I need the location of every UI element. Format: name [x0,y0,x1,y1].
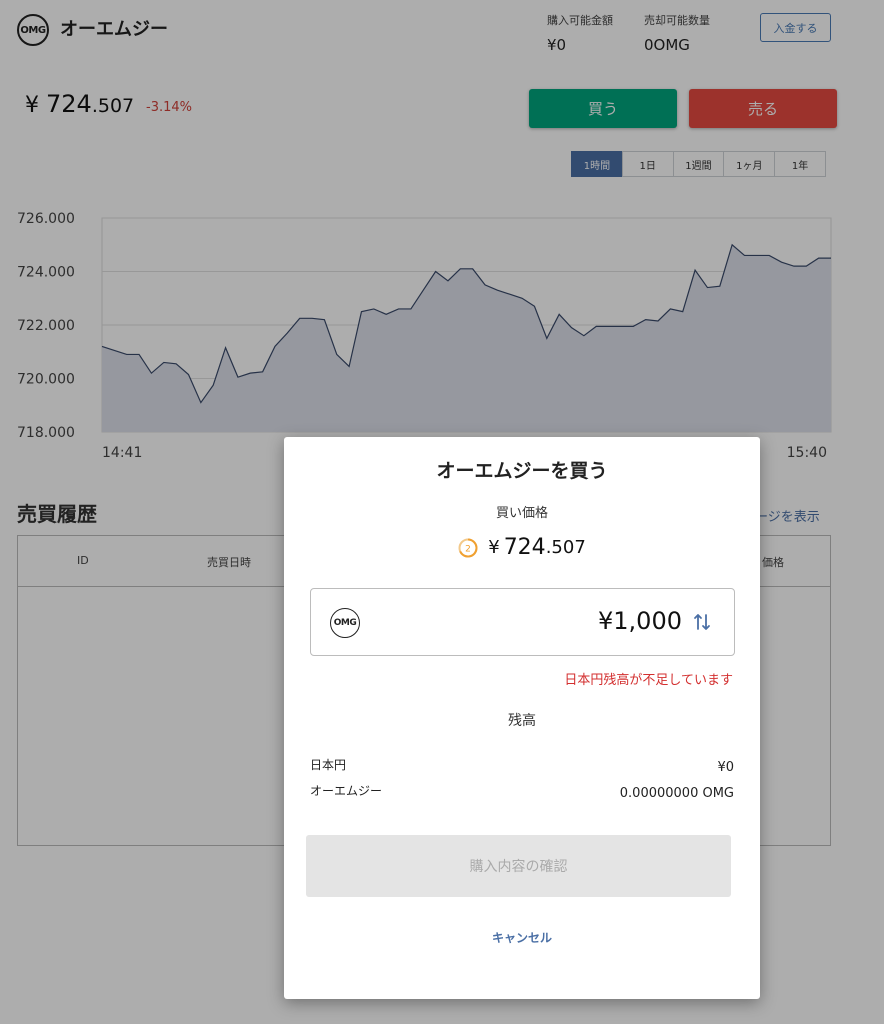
buy-price-currency: ¥ [488,537,500,558]
confirm-purchase-button[interactable]: 購入内容の確認 [306,835,731,897]
buy-price-label: 買い価格 [495,506,548,521]
cancel-button[interactable]: キャンセル [284,929,760,946]
balance-value: ¥0 [717,760,734,775]
amount-value[interactable]: ¥1,000 [598,607,682,635]
balance-label: 日本円 [310,758,347,772]
balance-title: 残高 [508,713,536,729]
balance-label: オーエムジー [310,784,383,798]
dialog-title: オーエムジーを買う [436,460,608,482]
buy-price: 2 ¥ 724.507 [284,535,760,560]
buy-dialog: オーエムジーを買う 買い価格 2 ¥ 724.507 OMG ¥1,000 日本… [284,437,760,999]
swap-units-icon[interactable] [692,610,712,634]
amount-input[interactable]: OMG ¥1,000 [310,588,735,656]
insufficient-balance-error: 日本円残高が不足しています [564,673,733,688]
countdown-timer-icon: 2 [458,538,478,557]
buy-price-decimal: .507 [545,537,586,558]
buy-price-integer: 724 [503,535,546,560]
balance-value: 0.00000000 OMG [619,786,734,801]
timer-value: 2 [465,544,471,554]
omg-logo: OMG [330,608,360,638]
